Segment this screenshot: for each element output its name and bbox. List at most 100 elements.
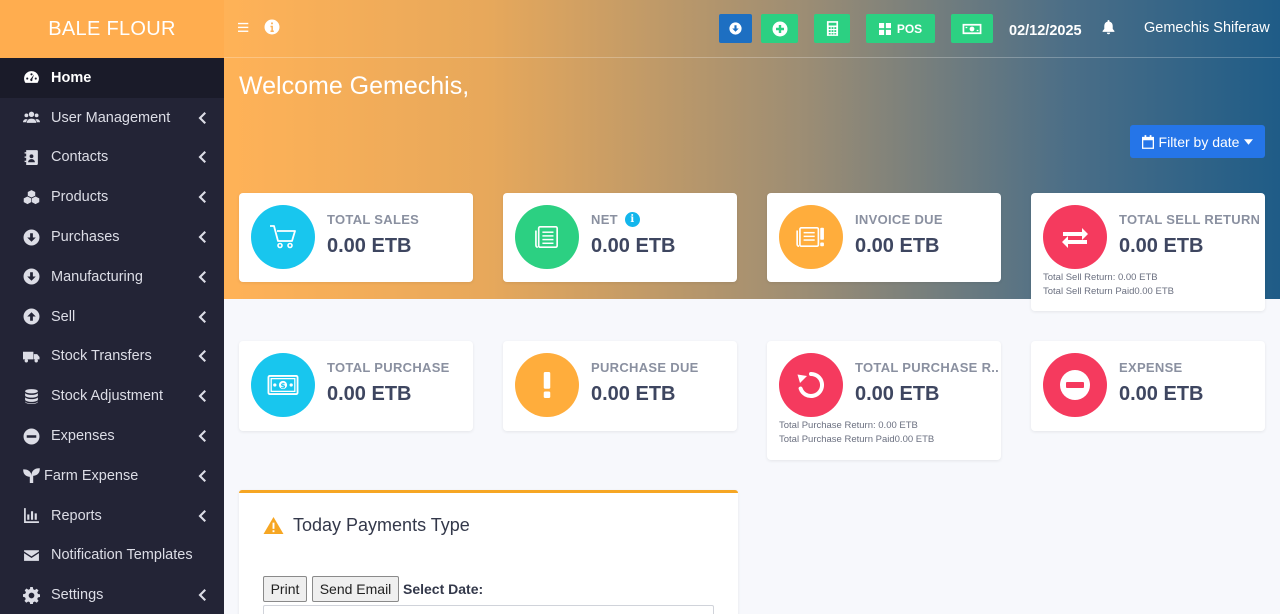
chevron-left-icon bbox=[198, 469, 206, 482]
arrow-circle-up-icon bbox=[22, 308, 40, 326]
sidebar-item-label: Home bbox=[51, 69, 92, 86]
sidebar-item-notification-templates[interactable]: Notification Templates bbox=[0, 536, 224, 576]
topbar: POS 02/12/2025 Gemechis Shiferaw bbox=[224, 0, 1280, 58]
chevron-left-icon bbox=[198, 589, 206, 602]
total-sell-return-card: TOTAL SELL RETURN 0.00 ETB Total Sell Re… bbox=[1031, 193, 1265, 311]
date-input[interactable] bbox=[263, 605, 714, 614]
sidebar-item-products[interactable]: Products bbox=[0, 177, 224, 217]
invoice-due-card: INVOICE DUE 0.00 ETB bbox=[767, 193, 1001, 282]
sidebar-item-label: Products bbox=[51, 189, 109, 206]
chevron-left-icon bbox=[198, 151, 206, 164]
document-list-icon bbox=[515, 205, 579, 269]
print-button[interactable]: Print bbox=[263, 576, 307, 602]
sidebar-item-label: Notification Templates bbox=[51, 547, 193, 564]
truck-icon bbox=[22, 347, 40, 365]
sidebar-item-expenses[interactable]: Expenses bbox=[0, 416, 224, 456]
today-payments-panel: Today Payments Type Print Send Email Sel… bbox=[239, 490, 738, 614]
gear-icon bbox=[22, 586, 40, 604]
grid-icon bbox=[878, 22, 891, 35]
arrow-circle-down-icon bbox=[22, 268, 40, 286]
purchase-return-paid: Total Purchase Return Paid0.00 ETB bbox=[779, 434, 935, 445]
sidebar-item-reports[interactable]: Reports bbox=[0, 496, 224, 536]
card-value: 0.00 ETB bbox=[855, 235, 940, 257]
sidebar-item-label: Stock Transfers bbox=[51, 348, 152, 365]
card-value: 0.00 ETB bbox=[327, 235, 412, 257]
sidebar-item-label: Farm Expense bbox=[44, 467, 139, 484]
calculator-button[interactable] bbox=[814, 14, 850, 43]
info-icon[interactable] bbox=[264, 19, 280, 40]
send-email-button[interactable]: Send Email bbox=[312, 576, 399, 602]
chevron-left-icon bbox=[198, 191, 206, 204]
card-value: 0.00 ETB bbox=[1119, 383, 1204, 405]
bar-chart-icon bbox=[22, 507, 40, 525]
sidebar-item-home[interactable]: Home bbox=[0, 58, 224, 98]
dashboard-icon bbox=[22, 69, 40, 87]
sidebar-item-label: Settings bbox=[51, 587, 104, 604]
card-title: EXPENSE bbox=[1119, 360, 1183, 375]
current-date: 02/12/2025 bbox=[1009, 23, 1082, 39]
card-title: TOTAL PURCHASE bbox=[327, 360, 450, 375]
purchase-return-total: Total Purchase Return: 0.00 ETB bbox=[779, 420, 918, 431]
total-purchase-card: $ TOTAL PURCHASE 0.00 ETB bbox=[239, 341, 473, 431]
total-purchase-return-card: TOTAL PURCHASE R... 0.00 ETB Total Purch… bbox=[767, 341, 1001, 460]
select-date-label: Select Date: bbox=[403, 581, 484, 597]
warning-icon bbox=[263, 516, 284, 535]
sidebar-item-label: Stock Adjustment bbox=[51, 388, 164, 405]
filter-by-date-button[interactable]: Filter by date bbox=[1130, 125, 1265, 158]
card-value: 0.00 ETB bbox=[591, 383, 676, 405]
address-book-icon bbox=[22, 148, 40, 166]
panel-title: Today Payments Type bbox=[263, 515, 470, 536]
minus-circle-icon bbox=[1043, 353, 1107, 417]
sidebar-item-label: Expenses bbox=[51, 428, 115, 445]
filter-label: Filter by date bbox=[1158, 133, 1240, 150]
sidebar-item-farm-expense[interactable]: Farm Expense bbox=[0, 456, 224, 496]
info-icon[interactable]: i bbox=[624, 212, 640, 227]
download-button[interactable] bbox=[719, 14, 752, 43]
sidebar-item-sell[interactable]: Sell bbox=[0, 297, 224, 337]
expense-card: EXPENSE 0.00 ETB bbox=[1031, 341, 1265, 431]
card-title: INVOICE DUE bbox=[855, 212, 943, 227]
money-button[interactable] bbox=[951, 14, 993, 43]
caret-down-icon bbox=[1244, 138, 1254, 145]
exclamation-icon bbox=[515, 353, 579, 417]
sidebar-item-label: Purchases bbox=[51, 229, 120, 246]
chevron-left-icon bbox=[198, 231, 206, 244]
sidebar-item-purchases[interactable]: Purchases bbox=[0, 217, 224, 257]
brand-logo[interactable]: BALE FLOUR bbox=[0, 0, 224, 58]
sidebar-item-settings[interactable]: Settings bbox=[0, 575, 224, 614]
chevron-left-icon bbox=[198, 350, 206, 363]
database-icon bbox=[22, 387, 40, 405]
bell-icon[interactable] bbox=[1101, 19, 1116, 40]
chevron-left-icon bbox=[198, 509, 206, 522]
total-sales-card: TOTAL SALES 0.00 ETB bbox=[239, 193, 473, 282]
card-title: TOTAL PURCHASE R... bbox=[855, 360, 1000, 375]
money-bill-icon: $ bbox=[251, 353, 315, 417]
card-title: TOTAL SALES bbox=[327, 212, 420, 227]
plus-circle-icon bbox=[772, 21, 787, 36]
pos-label: POS bbox=[896, 21, 923, 36]
sidebar-item-contacts[interactable]: Contacts bbox=[0, 138, 224, 178]
arrow-circle-down-icon bbox=[729, 22, 742, 35]
sidebar-item-label: Contacts bbox=[51, 149, 109, 166]
sidebar: BALE FLOUR Home User Management Contacts… bbox=[0, 0, 224, 614]
sell-return-paid: Total Sell Return Paid0.00 ETB bbox=[1043, 286, 1174, 297]
sidebar-item-manufacturing[interactable]: Manufacturing bbox=[0, 257, 224, 297]
sidebar-item-stock-transfers[interactable]: Stock Transfers bbox=[0, 337, 224, 377]
card-title: PURCHASE DUE bbox=[591, 360, 699, 375]
calendar-icon bbox=[1141, 134, 1154, 149]
card-title: NET i bbox=[591, 212, 640, 227]
hamburger-menu-icon[interactable] bbox=[238, 21, 250, 39]
sidebar-item-user-management[interactable]: User Management bbox=[0, 98, 224, 138]
add-button[interactable] bbox=[761, 14, 798, 43]
user-menu[interactable]: Gemechis Shiferaw bbox=[1144, 20, 1270, 36]
sidebar-item-label: User Management bbox=[51, 109, 171, 126]
pos-button[interactable]: POS bbox=[866, 14, 935, 43]
card-value: 0.00 ETB bbox=[327, 383, 412, 405]
net-card: NET i 0.00 ETB bbox=[503, 193, 737, 282]
invoice-alert-icon bbox=[779, 205, 843, 269]
cubes-icon bbox=[22, 188, 40, 206]
sidebar-item-stock-adjustment[interactable]: Stock Adjustment bbox=[0, 376, 224, 416]
card-value: 0.00 ETB bbox=[591, 235, 676, 257]
chevron-left-icon bbox=[198, 390, 206, 403]
minus-circle-icon bbox=[22, 427, 40, 445]
